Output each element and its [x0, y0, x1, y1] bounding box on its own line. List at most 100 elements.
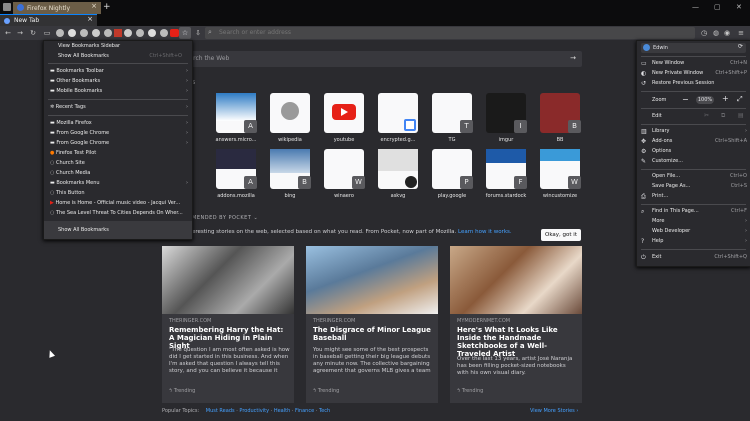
menu-exit[interactable]: Exit Ctrl+Shift+Q [652, 253, 747, 262]
bookmark-icon[interactable] [68, 29, 76, 37]
tile-letter: W [568, 176, 581, 189]
bookmark-icon[interactable] [92, 29, 100, 37]
sync-icon[interactable]: ◍ [711, 28, 721, 38]
menu-help[interactable]: Help › [652, 237, 747, 246]
menu-restore-session[interactable]: Restore Previous Session [652, 79, 747, 88]
tile-letter: W [352, 176, 365, 189]
bookmarks-menu-button[interactable]: ☆ [179, 27, 191, 39]
learn-link[interactable]: Learn how it works. [458, 229, 512, 235]
story-card[interactable]: THERINGER.COM The Disgrace of Minor Leag… [306, 246, 438, 403]
chevron-right-icon: › [186, 120, 188, 126]
zoom-out-button[interactable]: − [682, 95, 689, 104]
menu-addons[interactable]: Add-ons Ctrl+Shift+A [652, 137, 747, 146]
minimize-icon[interactable]: — [692, 3, 699, 11]
menu-item-folder[interactable]: ▬ From Google Chrome › [50, 129, 188, 138]
menu-item-folder[interactable]: ▬ Mozilla Firefox › [50, 119, 188, 128]
forward-icon[interactable]: → [15, 28, 25, 38]
menu-customize[interactable]: Customize... [652, 157, 747, 166]
web-search-box[interactable]: Search the Web → [165, 51, 582, 67]
bookmark-icon[interactable] [148, 29, 156, 37]
menu-more[interactable]: More › [652, 217, 747, 226]
menu-item-bookmark[interactable]: ◌ Church Site [50, 159, 188, 168]
menu-save-page[interactable]: Save Page As... Ctrl+S [652, 182, 747, 191]
sidebar-icon[interactable]: ▭ [42, 28, 52, 38]
menu-item-mobile-bookmarks[interactable]: ▬ Mobile Bookmarks › [50, 87, 188, 96]
maximize-icon[interactable]: ▢ [714, 3, 721, 11]
menu-item-view-sidebar[interactable]: View Bookmarks Sidebar [58, 42, 196, 51]
chevron-down-icon[interactable]: ⌄ [254, 215, 259, 221]
bookmark-icon[interactable] [124, 29, 132, 37]
fullscreen-icon[interactable]: ⤢ [737, 95, 743, 104]
menu-print[interactable]: Print... [652, 192, 747, 201]
menu-item-bookmark[interactable]: ◌ Church Media [50, 169, 188, 178]
menu-item-bookmark[interactable]: ◌ The Sea Level Threat To Cities Depends… [50, 209, 188, 218]
tile-label: wikipedia [278, 137, 302, 143]
menu-new-window[interactable]: New Window Ctrl+N [652, 59, 747, 68]
tab-new-tab[interactable]: New Tab × [0, 14, 97, 26]
account-icon[interactable]: ◉ [722, 28, 732, 38]
view-more-link[interactable]: View More Stories › [530, 408, 578, 414]
copy-icon[interactable]: ⧉ [721, 112, 725, 120]
close-tab-icon[interactable]: × [87, 15, 93, 23]
hamburger-menu-icon[interactable]: ≡ [736, 28, 746, 38]
menu-item-show-all[interactable]: Show All Bookmarks Ctrl+Shift+O [58, 52, 182, 61]
topic-link[interactable]: Health [274, 408, 290, 414]
bookmark-icon[interactable] [114, 29, 122, 37]
tile-letter: B [298, 176, 311, 189]
menu-library[interactable]: Library › [652, 127, 747, 136]
bookmark-icon[interactable] [80, 29, 88, 37]
history-icon[interactable]: ◷ [699, 28, 709, 38]
window-title-tab[interactable]: Firefox Nightly × [13, 2, 101, 14]
story-card[interactable]: MYMODERNMET.COM Here's What It Looks Lik… [450, 246, 582, 403]
menu-new-private-window[interactable]: New Private Window Ctrl+Shift+P [652, 69, 747, 78]
topic-link[interactable]: Tech [319, 408, 330, 414]
story-excerpt: "The question I am most often asked is h… [169, 347, 290, 374]
app-menu: Edwin ⟳ New Window Ctrl+N ▭ New Private W… [636, 40, 750, 267]
menu-item-bookmark[interactable]: ◌ This Button [50, 189, 188, 198]
tab-favicon-icon [4, 18, 10, 24]
url-input[interactable] [217, 28, 521, 37]
bookmark-icon[interactable] [56, 29, 64, 37]
close-window-icon[interactable]: ✕ [736, 3, 742, 11]
story-image [162, 246, 294, 314]
youtube-icon[interactable] [170, 29, 179, 37]
bookmark-icon[interactable] [136, 29, 144, 37]
search-go-icon[interactable]: → [570, 54, 576, 62]
menu-options[interactable]: Options [652, 147, 747, 156]
topic-link[interactable]: Must Reads [206, 408, 235, 414]
topic-link[interactable]: Productivity [239, 408, 269, 414]
downloads-icon[interactable]: ⇩ [193, 28, 203, 38]
menu-item-bookmark[interactable]: ● Firefox Test Pilot [50, 149, 188, 158]
bookmark-icon[interactable] [104, 29, 112, 37]
menu-item-recent-tags[interactable]: ✲ Recent Tags › [50, 103, 188, 112]
menu-find[interactable]: Find in This Page... Ctrl+F [652, 207, 747, 216]
topic-link[interactable]: Finance [295, 408, 314, 414]
reload-icon[interactable]: ↻ [28, 28, 38, 38]
menu-item-other-bookmarks[interactable]: ▬ Other Bookmarks › [50, 77, 188, 86]
paste-icon[interactable]: ▤ [738, 112, 744, 119]
cut-icon[interactable]: ✂ [704, 112, 709, 119]
firefox-menu-icon[interactable] [3, 3, 11, 11]
menu-item-folder[interactable]: ▬ From Google Chrome › [50, 139, 188, 148]
thumbnail-image [378, 149, 418, 171]
menu-item-show-all-footer[interactable]: Show All Bookmarks [58, 226, 196, 235]
url-bar[interactable]: ⌕ [205, 27, 695, 39]
tab-strip [0, 0, 750, 26]
tile-letter: A [244, 176, 257, 189]
okay-button[interactable]: Okay, got it [541, 229, 581, 241]
zoom-in-button[interactable]: + [722, 94, 729, 103]
zoom-level[interactable]: 100% [696, 96, 714, 104]
menu-item-bookmarks-toolbar[interactable]: ▬ Bookmarks Toolbar › [50, 67, 188, 76]
menu-web-developer[interactable]: Web Developer › [652, 227, 747, 236]
close-tab-icon[interactable]: × [91, 2, 97, 10]
account-row[interactable]: Edwin ⟳ [641, 43, 746, 53]
bookmark-icon[interactable] [160, 29, 168, 37]
back-icon[interactable]: ← [3, 28, 13, 38]
avatar [643, 44, 650, 51]
new-tab-button[interactable]: + [103, 2, 111, 12]
gear-icon: ⚙ [641, 148, 647, 155]
menu-open-file[interactable]: Open File... Ctrl+O [652, 172, 747, 181]
menu-item-folder[interactable]: ▬ Bookmarks Menu › [50, 179, 188, 188]
story-card[interactable]: THERINGER.COM Remembering Harry the Hat:… [162, 246, 294, 403]
menu-item-bookmark[interactable]: ▶ Home is Home - Official music video - … [50, 199, 188, 208]
